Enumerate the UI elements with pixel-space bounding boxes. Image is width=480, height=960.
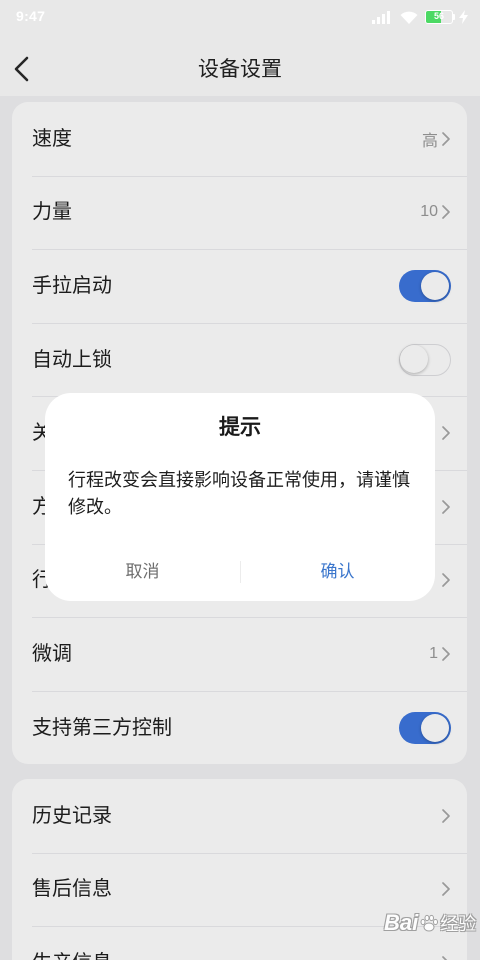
paw-icon xyxy=(420,914,439,932)
watermark-product: 经验 xyxy=(440,914,477,934)
confirm-dialog: 提示 行程改变会直接影响设备正常使用，请谨慎修改。 取消 确认 xyxy=(45,393,435,601)
wifi-icon xyxy=(400,11,418,24)
dialog-actions: 取消 确认 xyxy=(45,548,435,596)
charging-icon xyxy=(459,10,468,24)
battery-icon: 56 xyxy=(425,10,453,24)
signal-icon xyxy=(372,11,390,24)
baidu-jingyan-watermark: Bai 经验 xyxy=(384,906,476,940)
watermark-brand: Bai xyxy=(384,910,419,935)
status-bar: 9:47 56 xyxy=(0,0,480,34)
confirm-button[interactable]: 确认 xyxy=(240,548,435,596)
dialog-title: 提示 xyxy=(219,416,261,439)
battery-level-text: 56 xyxy=(433,11,444,21)
status-time: 9:47 xyxy=(16,8,46,24)
dialog-message: 行程改变会直接影响设备正常使用，请谨慎修改。 xyxy=(68,470,410,517)
cancel-button[interactable]: 取消 xyxy=(45,548,240,596)
battery-cap xyxy=(453,14,455,20)
button-divider xyxy=(239,561,241,583)
